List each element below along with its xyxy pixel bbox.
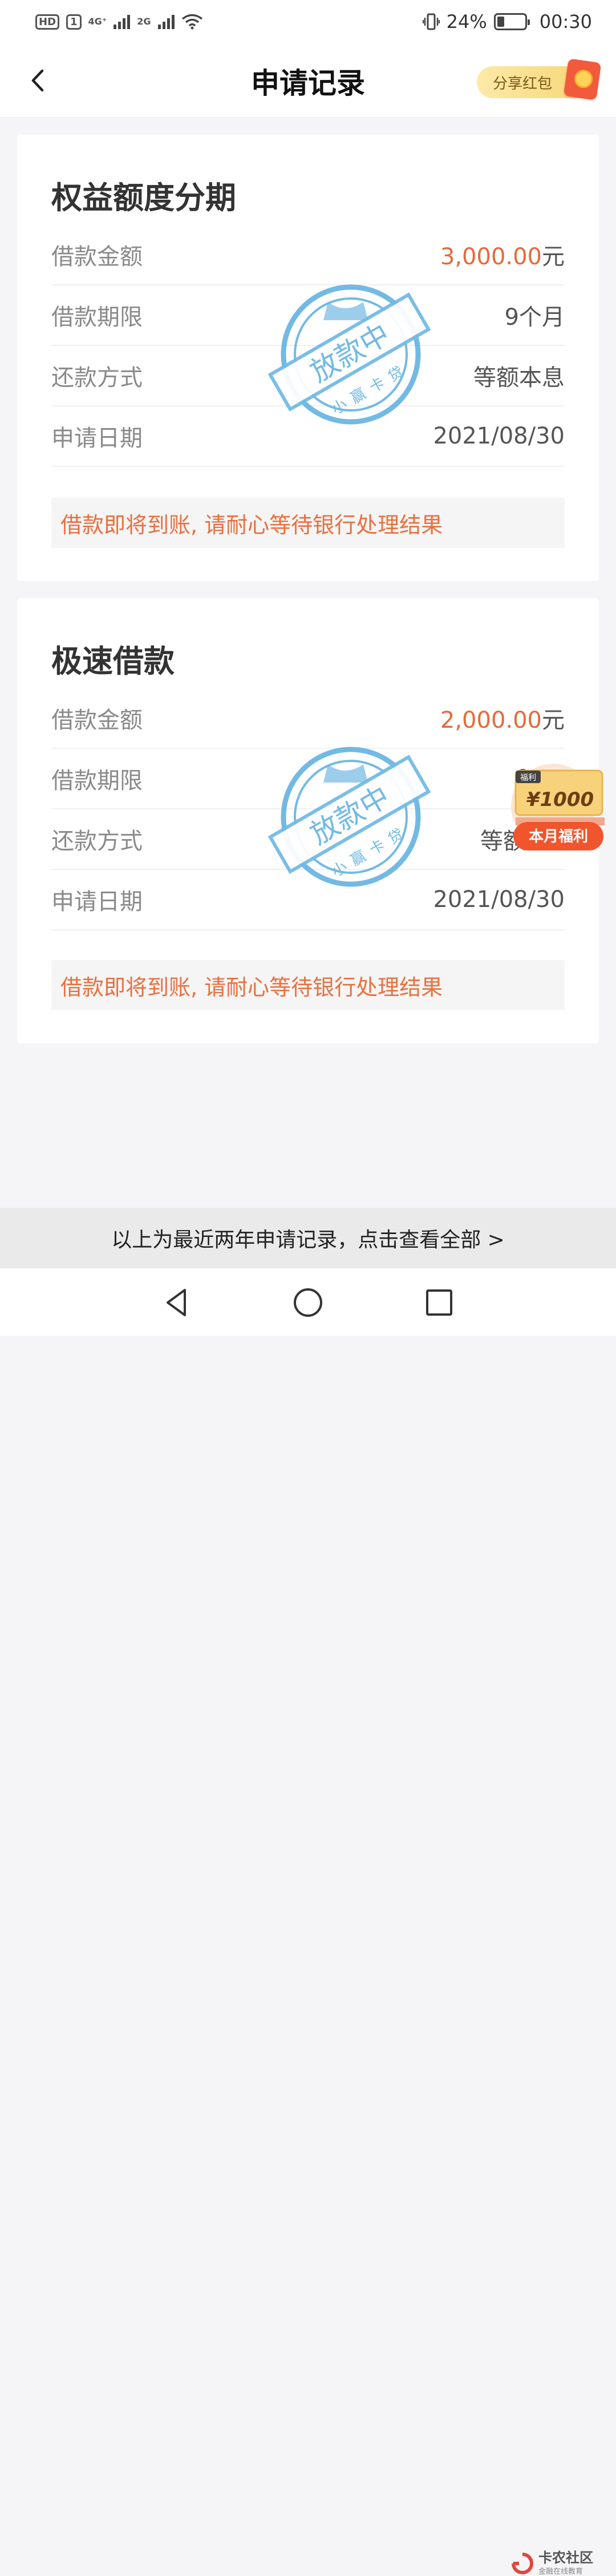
watermark-logo-icon bbox=[512, 2552, 534, 2574]
detail-label: 借款金额 bbox=[51, 707, 143, 733]
detail-label: 申请日期 bbox=[51, 425, 143, 451]
record-card[interactable]: 权益额度分期 借款金额 3,000.00元 借款期限 9个月 还款方式 等额本息… bbox=[17, 135, 599, 581]
vibrate-icon bbox=[422, 13, 440, 30]
network-label-1: 4G⁺ bbox=[88, 16, 107, 27]
watermark-subtitle: 金融在线教育 bbox=[538, 2567, 583, 2576]
detail-label: 借款期限 bbox=[51, 304, 143, 330]
signal-icon bbox=[157, 14, 175, 29]
battery-icon bbox=[493, 13, 530, 30]
loan-amount: 3,000.00 bbox=[440, 244, 542, 270]
system-nav-bar: 卡农社区 金融在线教育 bbox=[0, 1268, 616, 2576]
watermark: 卡农社区 金融在线教育 bbox=[511, 2550, 593, 2576]
status-left: HD 1 4G⁺ 2G bbox=[35, 14, 203, 30]
currency-unit: 元 bbox=[542, 244, 565, 270]
clock: 00:30 bbox=[539, 11, 592, 33]
detail-label: 还款方式 bbox=[51, 828, 143, 854]
top-bar: 申请记录 分享红包 bbox=[0, 43, 616, 118]
detail-label: 借款金额 bbox=[51, 244, 143, 270]
detail-value: 等额本息 bbox=[473, 365, 565, 391]
watermark-name: 卡农社区 bbox=[538, 2550, 593, 2566]
monthly-welfare-badge[interactable]: 福利 ¥1000 本月福利 bbox=[508, 760, 616, 869]
nav-back-icon[interactable] bbox=[160, 1285, 194, 1320]
status-notice: 借款即将到账, 请耐心等待银行处理结果 bbox=[51, 960, 565, 1010]
detail-value: 2021/08/30 bbox=[433, 886, 565, 913]
nav-home-icon[interactable] bbox=[291, 1285, 325, 1320]
status-bar: HD 1 4G⁺ 2G 24% 00:30 bbox=[0, 0, 616, 43]
detail-label: 借款期限 bbox=[51, 768, 143, 794]
detail-value: 2,000.00元 bbox=[440, 702, 565, 735]
signal-icon bbox=[114, 14, 131, 29]
welfare-amount: ¥1000 bbox=[526, 788, 594, 811]
network-label-2: 2G bbox=[137, 16, 151, 27]
share-label: 分享红包 bbox=[493, 75, 553, 92]
share-red-packet-button[interactable]: 分享红包 bbox=[477, 58, 602, 100]
status-notice: 借款即将到账, 请耐心等待银行处理结果 bbox=[51, 498, 565, 548]
disbursing-stamp-icon: 放款中 小赢卡贷 bbox=[268, 747, 431, 887]
battery-percent: 24% bbox=[446, 11, 487, 33]
detail-value: 2021/08/30 bbox=[433, 423, 565, 449]
loan-amount: 2,000.00 bbox=[440, 707, 542, 733]
detail-value: 3,000.00元 bbox=[440, 238, 565, 271]
detail-value: 9个月 bbox=[504, 304, 565, 330]
status-right: 24% 00:30 bbox=[422, 11, 592, 33]
view-all-records-link[interactable]: 以上为最近两年申请记录，点击查看全部 > bbox=[0, 1208, 616, 1268]
detail-label: 申请日期 bbox=[51, 889, 143, 915]
currency-unit: 元 bbox=[542, 707, 565, 733]
detail-label: 还款方式 bbox=[51, 365, 143, 391]
nav-recents-icon[interactable] bbox=[422, 1285, 456, 1320]
red-packet-icon bbox=[563, 58, 602, 100]
record-title: 权益额度分期 bbox=[51, 180, 236, 216]
record-title: 极速借款 bbox=[51, 643, 175, 679]
wifi-icon bbox=[181, 14, 202, 30]
hd-badge: HD bbox=[35, 14, 60, 30]
disbursing-stamp-icon: 放款中 小赢卡贷 bbox=[268, 284, 431, 425]
sim-badge: 1 bbox=[66, 14, 82, 30]
welfare-tag: 福利 bbox=[520, 773, 536, 783]
welfare-label: 本月福利 bbox=[529, 828, 588, 845]
